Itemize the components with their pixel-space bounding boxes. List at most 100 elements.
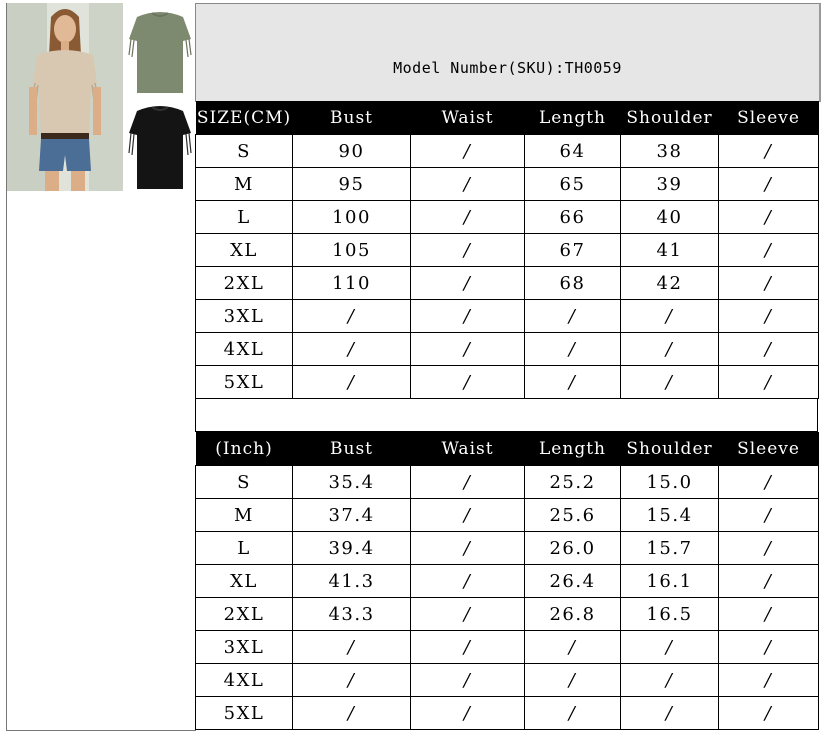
measurement-cell: / bbox=[410, 630, 525, 664]
measurement-cell: / bbox=[410, 531, 525, 565]
measurement-cell: / bbox=[524, 663, 621, 697]
measurement-cell: / bbox=[620, 332, 719, 366]
table-row: 4XL / / / / / bbox=[195, 663, 819, 697]
measurement-cell: / bbox=[410, 696, 525, 730]
table-row: L 39.4/26.0 15.7/ bbox=[195, 531, 819, 565]
column-header: (Inch) bbox=[195, 432, 293, 466]
measurement-cell: / bbox=[410, 365, 525, 399]
cm-size-table: SIZE(CM) Bust Waist Length Shoulder Slee… bbox=[195, 101, 819, 399]
measurement-cell: / bbox=[718, 299, 819, 333]
size-label-cell: XL bbox=[195, 564, 293, 598]
size-label-cell: L bbox=[195, 531, 293, 565]
measurement-cell: / bbox=[524, 630, 621, 664]
measurement-cell: 25.2 bbox=[524, 465, 621, 499]
measurement-cell: / bbox=[410, 299, 525, 333]
measurement-cell: / bbox=[718, 266, 819, 300]
measurement-cell: / bbox=[718, 597, 819, 631]
measurement-cell: / bbox=[718, 233, 819, 267]
measurement-cell: 41.3 bbox=[292, 564, 411, 598]
measurement-cell: / bbox=[718, 465, 819, 499]
column-header: Sleeve bbox=[718, 101, 819, 135]
header-box: Model Number(SKU):TH0059 bbox=[195, 3, 821, 102]
model-number-label: Model Number(SKU):TH0059 bbox=[393, 59, 622, 77]
measurement-cell: 39 bbox=[620, 167, 719, 201]
size-chart-sheet: Model Number(SKU):TH0059 SIZE(CM) Bust W… bbox=[0, 0, 822, 732]
measurement-cell: / bbox=[410, 266, 525, 300]
black-tee-photo bbox=[125, 99, 195, 195]
size-label-cell: S bbox=[195, 134, 293, 168]
table-row: 4XL / / / / / bbox=[195, 332, 819, 366]
size-label-cell: 2XL bbox=[195, 597, 293, 631]
measurement-cell: / bbox=[292, 299, 411, 333]
measurement-cell: / bbox=[410, 663, 525, 697]
measurement-cell: / bbox=[718, 365, 819, 399]
measurement-cell: / bbox=[620, 663, 719, 697]
measurement-cell: 105 bbox=[292, 233, 411, 267]
column-header: Bust bbox=[292, 101, 411, 135]
measurement-cell: / bbox=[292, 663, 411, 697]
measurement-cell: 100 bbox=[292, 200, 411, 234]
column-header: Bust bbox=[292, 432, 411, 466]
inch-size-table: (Inch) Bust Waist Length Shoulder Sleeve… bbox=[195, 432, 819, 730]
column-header: Waist bbox=[410, 432, 525, 466]
size-label-cell: 3XL bbox=[195, 299, 293, 333]
measurement-cell: 66 bbox=[524, 200, 621, 234]
size-label-cell: 4XL bbox=[195, 332, 293, 366]
measurement-cell: 90 bbox=[292, 134, 411, 168]
table-row: 3XL / / / / / bbox=[195, 630, 819, 664]
size-label-cell: 2XL bbox=[195, 266, 293, 300]
measurement-cell: 26.0 bbox=[524, 531, 621, 565]
size-label-cell: 3XL bbox=[195, 630, 293, 664]
measurement-cell: / bbox=[410, 332, 525, 366]
size-label-cell: L bbox=[195, 200, 293, 234]
size-label-cell: 4XL bbox=[195, 663, 293, 697]
table-row: L 100/66 40/ bbox=[195, 200, 819, 234]
table-row: 5XL / / / / / bbox=[195, 696, 819, 730]
measurement-cell: 35.4 bbox=[292, 465, 411, 499]
measurement-cell: 41 bbox=[620, 233, 719, 267]
measurement-cell: 26.4 bbox=[524, 564, 621, 598]
measurement-cell: 37.4 bbox=[292, 498, 411, 532]
measurement-cell: / bbox=[718, 531, 819, 565]
measurement-cell: 43.3 bbox=[292, 597, 411, 631]
size-label-cell: 5XL bbox=[195, 696, 293, 730]
measurement-cell: / bbox=[410, 597, 525, 631]
measurement-cell: / bbox=[410, 200, 525, 234]
measurement-cell: / bbox=[410, 498, 525, 532]
measurement-cell: / bbox=[718, 134, 819, 168]
column-header: Waist bbox=[410, 101, 525, 135]
model-photo bbox=[7, 3, 123, 191]
measurement-cell: / bbox=[620, 630, 719, 664]
table-row: 3XL / / / / / bbox=[195, 299, 819, 333]
measurement-cell: / bbox=[410, 564, 525, 598]
measurement-cell: 15.0 bbox=[620, 465, 719, 499]
measurement-cell: / bbox=[620, 365, 719, 399]
measurement-cell: 16.1 bbox=[620, 564, 719, 598]
table-row: 2XL 110/68 42/ bbox=[195, 266, 819, 300]
measurement-cell: 40 bbox=[620, 200, 719, 234]
measurement-cell: 65 bbox=[524, 167, 621, 201]
column-header: Sleeve bbox=[718, 432, 819, 466]
product-image-panel bbox=[6, 3, 196, 731]
column-header: SIZE(CM) bbox=[195, 101, 293, 135]
measurement-cell: 68 bbox=[524, 266, 621, 300]
table-row: S 90/64 38/ bbox=[195, 134, 819, 168]
measurement-cell: / bbox=[718, 630, 819, 664]
table-spacer bbox=[195, 398, 818, 432]
measurement-cell: / bbox=[718, 564, 819, 598]
size-label-cell: 5XL bbox=[195, 365, 293, 399]
measurement-cell: 39.4 bbox=[292, 531, 411, 565]
measurement-cell: 15.7 bbox=[620, 531, 719, 565]
measurement-cell: / bbox=[718, 332, 819, 366]
measurement-cell: 25.6 bbox=[524, 498, 621, 532]
measurement-cell: 16.5 bbox=[620, 597, 719, 631]
measurement-cell: 42 bbox=[620, 266, 719, 300]
measurement-cell: / bbox=[292, 630, 411, 664]
measurement-cell: / bbox=[292, 696, 411, 730]
measurement-cell: 38 bbox=[620, 134, 719, 168]
measurement-cell: / bbox=[410, 134, 525, 168]
measurement-cell: / bbox=[410, 167, 525, 201]
measurement-cell: 110 bbox=[292, 266, 411, 300]
table-row: 5XL / / / / / bbox=[195, 365, 819, 399]
size-label-cell: S bbox=[195, 465, 293, 499]
